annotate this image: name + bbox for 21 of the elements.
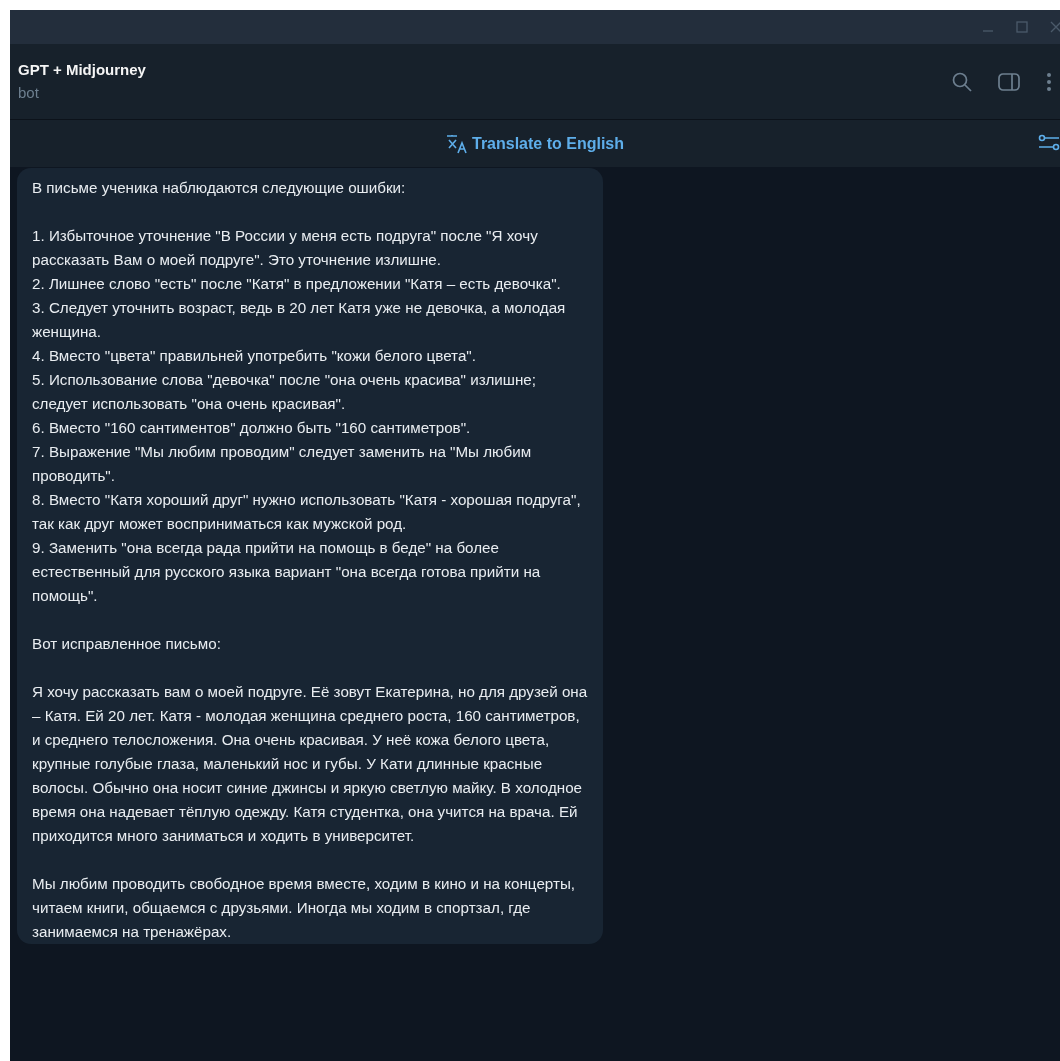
message-text: 8. Вместо "Катя хороший друг" нужно использовать "Катя - хорошая подруга", так как друг может восприниматься как мужской род. (32, 490, 582, 534)
sidebar-toggle-icon[interactable] (998, 72, 1020, 91)
more-icon[interactable] (1046, 71, 1052, 92)
message-text: Я хочу рассказать вам о моей подруге. Её зовут Екатерина, но для друзей она – Катя. Ей 20 лет. Катя - молодая женщина среднего роста, 160 сантиметров, и среднего телосложения. Она очень красивая. У неё кожа белого цвета, крупные голубые глаза, маленький нос и губы. У Кати длинные красные волосы. Обычно она носит синие джинсы и яркую светлую майку. В холодное время она надевает тёплую одежду. Катя студентка, она учится на врача. Ей приходится много заниматься и ходить в университет. (32, 682, 589, 846)
message-text: 4. Вместо "цвета" правильней употребить "кожи белого цвета". (32, 346, 477, 366)
message-text: 2. Лишнее слово "есть" после "Катя" в предложении "Катя – есть девочка". (32, 274, 562, 294)
translate-icon (446, 133, 468, 154)
chat-title: GPT + Midjourney (18, 60, 147, 80)
translate-link[interactable]: Translate to English (472, 131, 624, 156)
message-text: 7. Выражение "Мы любим проводим" следует заменить на "Мы любим проводить". (32, 442, 533, 486)
settings-icon[interactable] (1038, 134, 1060, 152)
message-text: 1. Избыточное уточнение "В России у меня есть подруга" после "Я хочу рассказать Вам о моей подруге". Это уточнение излишне. (32, 226, 539, 270)
message-text: 5. Использование слова "девочка" после "она очень красива" излишне; следует использовать "она очень красивая". (32, 370, 538, 414)
message-text: Вот исправленное письмо: (32, 634, 222, 654)
message-text: В письме ученика наблюдаются следующие ошибки: (32, 178, 407, 198)
message-text: 3. Следует уточнить возраст, ведь в 20 лет Катя уже не девочка, а молодая женщина. (32, 298, 567, 342)
message-text: Мы любим проводить свободное время вместе, ходим в кино и на концерты, читаем книги, общаемся с друзьями. Иногда мы ходим в спортзал, где занимаемся на тренажёрах. (32, 874, 577, 942)
message-text: 6. Вместо "160 сантиментов" должно быть "160 сантиметров". (32, 418, 472, 438)
search-icon[interactable] (952, 71, 972, 92)
chat-status: bot (18, 82, 40, 103)
message-text: 9. Заменить "она всегда рада прийти на помощь в беде" на более естественный для русского языка вариант "она всегда готова прийти на помощь". (32, 538, 542, 606)
